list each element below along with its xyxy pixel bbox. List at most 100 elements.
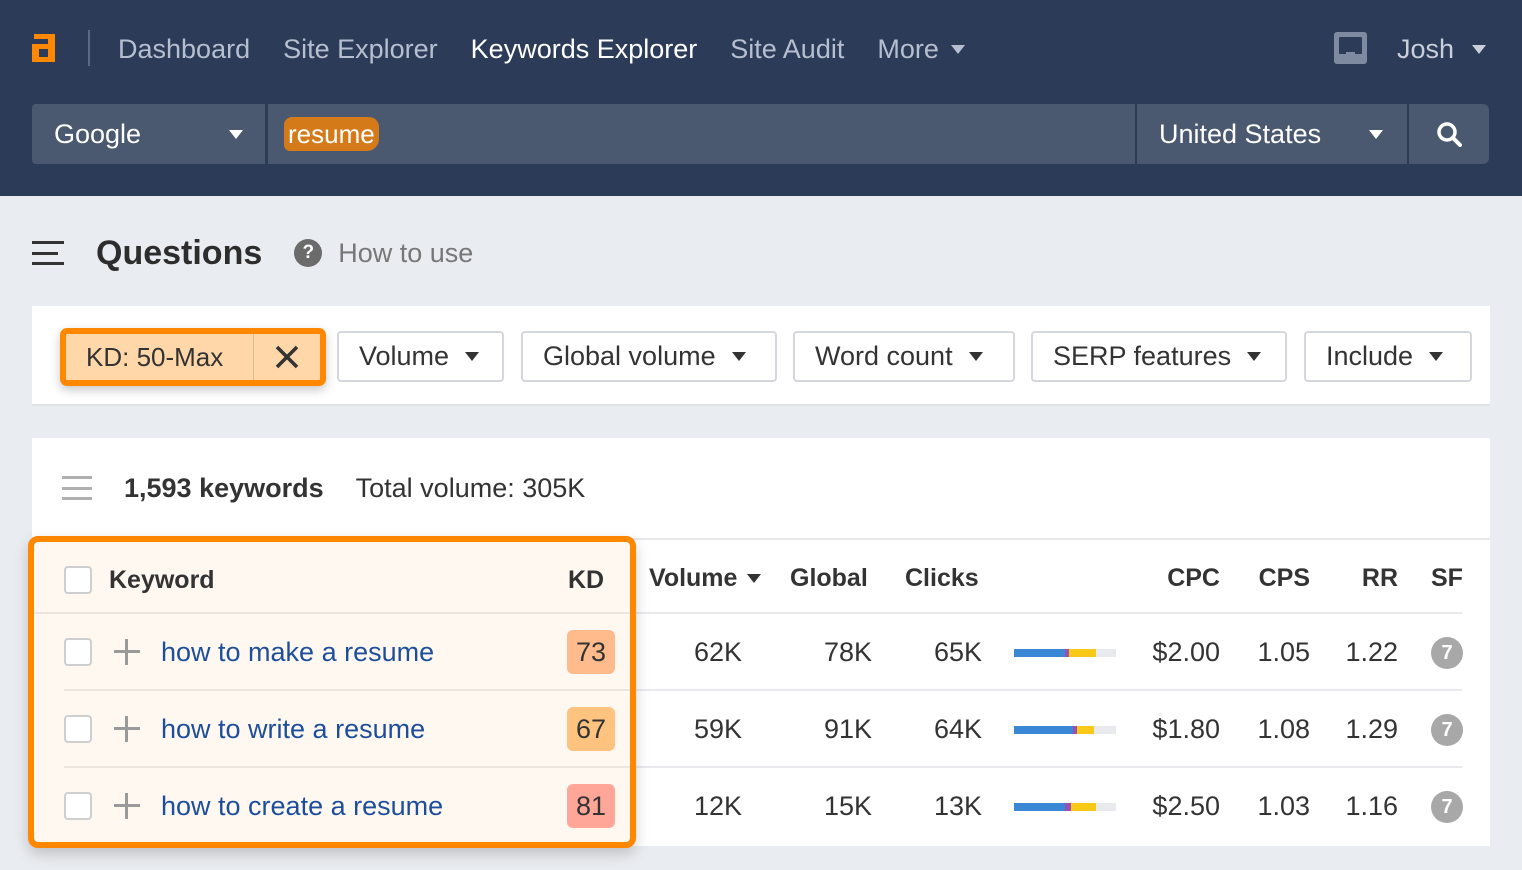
nav-site-explorer[interactable]: Site Explorer [283, 32, 438, 66]
keyword-value: resume [284, 117, 379, 151]
chevron-down-icon [1429, 352, 1444, 361]
row-divider [64, 689, 630, 691]
nav-dashboard[interactable]: Dashboard [118, 32, 250, 66]
kd-filter-chip: KD: 50-Max [60, 328, 326, 386]
row-checkbox[interactable] [64, 638, 92, 666]
search-engine-select[interactable]: Google [32, 104, 265, 164]
filters-panel: KD: 50-Max Volume Global volume Word cou… [32, 306, 1490, 406]
sort-desc-icon [747, 573, 762, 583]
add-to-list-icon[interactable] [114, 639, 140, 665]
chevron-down-icon [465, 352, 480, 361]
row-checkbox[interactable] [64, 715, 92, 743]
cps-cell: 1.03 [1257, 791, 1310, 821]
help-icon[interactable]: ? [294, 239, 323, 267]
volume-cell: 62K [693, 637, 742, 667]
add-to-list-icon[interactable] [114, 716, 140, 742]
add-to-list-icon[interactable] [114, 793, 140, 819]
volume-cell: 59K [693, 714, 742, 744]
country-select[interactable]: United States [1137, 104, 1407, 164]
column-header-volume[interactable]: Volume [649, 562, 762, 594]
keyword-link[interactable]: how to make a resume [161, 635, 434, 669]
cps-cell: 1.08 [1257, 714, 1310, 744]
kd-badge: 73 [567, 630, 615, 674]
remove-filter-button[interactable] [254, 334, 320, 380]
include-filter-button[interactable]: Include [1304, 331, 1472, 382]
global-volume-filter-button[interactable]: Global volume [521, 331, 777, 382]
inbox-icon[interactable] [1334, 32, 1367, 64]
clicks-cell: 64K [933, 714, 982, 744]
clicks-cell: 13K [933, 791, 982, 821]
nav-more[interactable]: More [877, 32, 965, 66]
column-header-global[interactable]: Global [790, 562, 868, 594]
column-header-kd[interactable]: KD [568, 564, 604, 596]
volume-filter-button[interactable]: Volume [337, 331, 504, 382]
row-checkbox[interactable] [64, 792, 92, 820]
global-volume-cell: 78K [823, 637, 872, 667]
chevron-down-icon [229, 130, 243, 139]
results-summary: 1,593 keywords Total volume: 305K [62, 470, 585, 506]
logo-divider [88, 30, 90, 66]
kd-filter-label[interactable]: KD: 50-Max [66, 334, 254, 380]
word-count-filter-button[interactable]: Word count [793, 331, 1015, 382]
column-header-cpc[interactable]: CPC [1132, 562, 1220, 594]
column-header-keyword[interactable]: Keyword [109, 564, 215, 596]
cpc-cell: $2.00 [1152, 637, 1220, 667]
clicks-distribution-bar [1014, 803, 1116, 811]
keyword-link[interactable]: how to write a resume [161, 712, 425, 746]
search-bar: Google resume United States [32, 104, 1490, 164]
close-icon [275, 345, 299, 369]
serp-features-badge[interactable]: 7 [1431, 714, 1463, 746]
how-to-use-link[interactable]: How to use [338, 238, 473, 269]
organic-clicks-segment [1014, 803, 1065, 811]
other-clicks-segment [1077, 726, 1094, 734]
clicks-cell: 65K [933, 637, 982, 667]
row-divider [64, 766, 630, 768]
column-header-rr[interactable]: RR [1332, 562, 1398, 594]
column-header-cps[interactable]: CPS [1232, 562, 1310, 594]
row-divider [34, 612, 630, 614]
rr-cell: 1.16 [1345, 791, 1398, 821]
clicks-distribution-bar [1014, 726, 1116, 734]
columns-menu-icon[interactable] [62, 476, 92, 500]
cpc-cell: $2.50 [1152, 791, 1220, 821]
organic-clicks-segment [1014, 726, 1074, 734]
total-volume: Total volume: 305K [355, 472, 586, 503]
hamburger-menu-icon[interactable] [32, 241, 64, 265]
user-name: Josh [1397, 34, 1455, 64]
main-nav: Dashboard Site Explorer Keywords Explore… [118, 32, 998, 66]
nav-site-audit[interactable]: Site Audit [730, 32, 844, 66]
serp-features-badge[interactable]: 7 [1431, 791, 1463, 823]
page-title: Questions [96, 233, 263, 272]
search-icon [1437, 122, 1462, 147]
other-clicks-segment [1069, 649, 1096, 657]
chevron-down-icon [1472, 44, 1487, 54]
keyword-input[interactable]: resume [268, 104, 1135, 164]
serp-features-filter-button[interactable]: SERP features [1031, 331, 1287, 382]
organic-clicks-segment [1014, 649, 1065, 657]
keyword-link[interactable]: how to create a resume [161, 789, 443, 823]
search-button[interactable] [1409, 104, 1489, 164]
highlighted-keyword-column: Keyword KD how to make a resume 73 how t… [28, 536, 636, 848]
chevron-down-icon [950, 44, 965, 54]
rr-cell: 1.29 [1345, 714, 1398, 744]
column-header-clicks[interactable]: Clicks [905, 562, 979, 594]
chevron-down-icon [1369, 130, 1383, 139]
user-menu[interactable]: Josh [1397, 32, 1487, 66]
serp-features-badge[interactable]: 7 [1431, 637, 1463, 669]
other-clicks-segment [1071, 803, 1096, 811]
global-volume-cell: 15K [823, 791, 872, 821]
page-header: Questions ? How to use [32, 230, 473, 276]
kd-badge: 67 [567, 707, 615, 751]
chevron-down-icon [968, 352, 983, 361]
select-all-checkbox[interactable] [64, 566, 92, 594]
rr-cell: 1.22 [1345, 637, 1398, 667]
cpc-cell: $1.80 [1152, 714, 1220, 744]
chevron-down-icon [731, 352, 746, 361]
column-header-sf[interactable]: SF [1431, 562, 1463, 594]
volume-cell: 12K [693, 791, 742, 821]
nav-keywords-explorer[interactable]: Keywords Explorer [471, 32, 698, 66]
chevron-down-icon [1247, 352, 1262, 361]
keyword-count: 1,593 keywords [124, 472, 324, 503]
ahrefs-logo[interactable] [30, 30, 58, 64]
clicks-distribution-bar [1014, 649, 1116, 657]
